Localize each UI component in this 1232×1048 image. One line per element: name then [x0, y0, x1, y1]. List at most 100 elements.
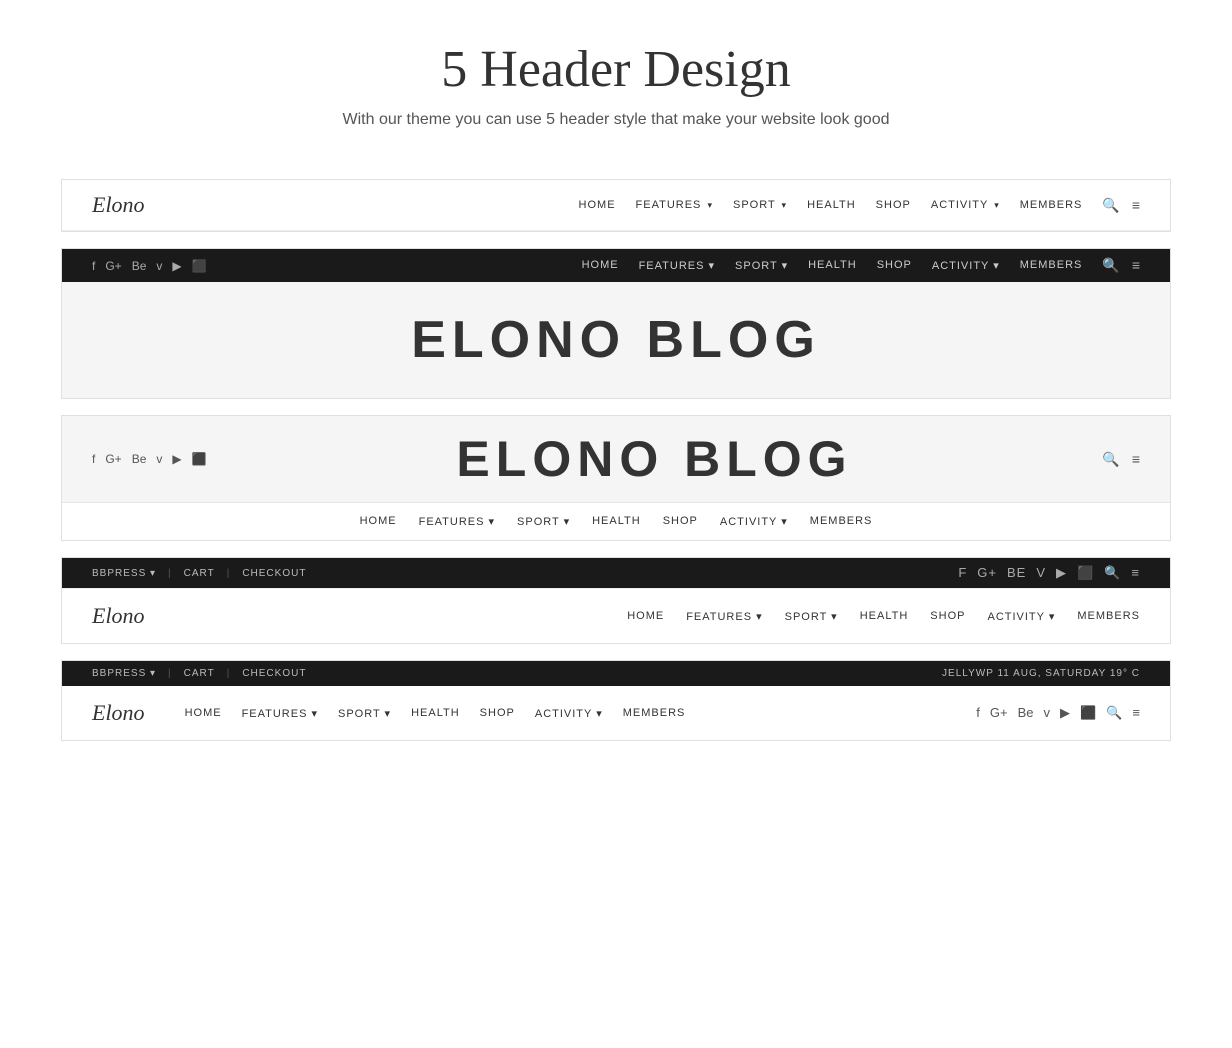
nav-activity[interactable]: ACTIVITY ▾ — [987, 610, 1055, 623]
checkout-link[interactable]: CHECKOUT — [242, 568, 306, 579]
page-title: 5 Header Design — [20, 40, 1212, 99]
nav-home[interactable]: HOME — [579, 199, 616, 211]
nav-home[interactable]: HOME — [627, 610, 664, 623]
youtube-icon[interactable]: ▶ — [1060, 705, 1070, 721]
instagram-icon[interactable]: ⬛ — [1077, 565, 1094, 581]
search-icon[interactable]: 🔍 — [1106, 705, 1122, 721]
nav-shop[interactable]: SHOP — [663, 515, 698, 528]
util-sep-1: | — [168, 568, 172, 579]
search-icon[interactable]: 🔍 — [1102, 257, 1119, 274]
hd5-utility-right: JELLYWP 11 AUG, SATURDAY 19° C — [942, 668, 1140, 679]
nav-health[interactable]: HEALTH — [592, 515, 641, 528]
nav-shop[interactable]: SHOP — [877, 259, 912, 272]
search-icon[interactable]: 🔍 — [1102, 451, 1119, 468]
nav-features[interactable]: FEATURES ▾ — [242, 707, 318, 720]
header-design-3: f G+ Be v ▶ ⬛ ELONO BLOG 🔍 ≡ HOME FEATUR… — [61, 415, 1171, 541]
hd3-nav: HOME FEATURES ▾ SPORT ▾ HEALTH SHOP ACTI… — [62, 502, 1170, 540]
nav-members[interactable]: MEMBERS — [623, 707, 686, 720]
nav-members[interactable]: MEMBERS — [1077, 610, 1140, 623]
nav-sport[interactable]: SPORT ▾ — [735, 259, 788, 272]
nav-shop[interactable]: SHOP — [930, 610, 965, 623]
hd2-social-icons: f G+ Be v ▶ ⬛ — [92, 259, 207, 273]
vimeo-icon[interactable]: v — [1036, 565, 1046, 581]
nav-features[interactable]: FEATURES ▾ — [639, 259, 715, 272]
header-design-2: f G+ Be v ▶ ⬛ HOME FEATURES ▾ SPORT ▾ HE… — [61, 248, 1171, 399]
designs-wrapper: Elono HOME FEATURES SPORT HEALTH SHOP AC… — [41, 159, 1191, 761]
vimeo-icon[interactable]: v — [156, 452, 162, 466]
facebook-icon[interactable]: f — [958, 565, 967, 581]
behance-icon[interactable]: Be — [1007, 565, 1026, 581]
nav-activity[interactable]: ACTIVITY ▾ — [535, 707, 603, 720]
nav-sport[interactable]: SPORT — [733, 199, 787, 211]
nav-health[interactable]: HEALTH — [411, 707, 460, 720]
facebook-icon[interactable]: f — [92, 452, 95, 466]
nav-features[interactable]: FEATURES — [636, 199, 713, 211]
nav-home[interactable]: HOME — [185, 707, 222, 720]
nav-shop[interactable]: SHOP — [480, 707, 515, 720]
nav-health[interactable]: HEALTH — [807, 199, 856, 211]
nav-shop[interactable]: SHOP — [876, 199, 911, 211]
nav-health[interactable]: HEALTH — [808, 259, 857, 272]
hd1-navbar: Elono HOME FEATURES SPORT HEALTH SHOP AC… — [62, 180, 1170, 231]
nav-home[interactable]: HOME — [360, 515, 397, 528]
search-icon[interactable]: 🔍 — [1104, 565, 1121, 581]
hd2-blog-title: ELONO BLOG — [62, 282, 1170, 398]
hd4-logo: Elono — [92, 603, 145, 629]
menu-icon[interactable]: ≡ — [1132, 197, 1140, 214]
menu-icon[interactable]: ≡ — [1132, 705, 1140, 721]
nav-activity[interactable]: ACTIVITY ▾ — [932, 259, 1000, 272]
hd4-utility-social: f G+ Be v ▶ ⬛ 🔍 ≡ — [958, 565, 1140, 581]
bbpress-link[interactable]: BBPRESS ▾ — [92, 568, 156, 579]
vimeo-icon[interactable]: v — [156, 259, 162, 273]
googleplus-icon[interactable]: G+ — [105, 259, 121, 273]
nav-members[interactable]: MEMBERS — [810, 515, 873, 528]
googleplus-icon[interactable]: G+ — [977, 565, 997, 581]
features-chevron — [705, 199, 713, 211]
hd4-utility-left: BBPRESS ▾ | CART | CHECKOUT — [92, 568, 306, 579]
menu-icon[interactable]: ≡ — [1131, 565, 1140, 581]
vimeo-icon[interactable]: v — [1044, 705, 1051, 721]
menu-icon[interactable]: ≡ — [1132, 451, 1140, 468]
hd5-nav-bar: Elono HOME FEATURES ▾ SPORT ▾ HEALTH SHO… — [62, 686, 1170, 740]
youtube-icon[interactable]: ▶ — [172, 452, 181, 466]
youtube-icon[interactable]: ▶ — [172, 259, 181, 273]
menu-icon[interactable]: ≡ — [1132, 257, 1140, 274]
nav-home[interactable]: HOME — [582, 259, 619, 272]
nav-members[interactable]: MEMBERS — [1020, 259, 1083, 272]
bbpress-link[interactable]: BBPRESS ▾ — [92, 668, 156, 679]
hd3-top: f G+ Be v ▶ ⬛ ELONO BLOG 🔍 ≡ — [62, 416, 1170, 502]
nav-sport[interactable]: SPORT ▾ — [517, 515, 570, 528]
youtube-icon[interactable]: ▶ — [1056, 565, 1067, 581]
instagram-icon[interactable]: ⬛ — [1080, 705, 1096, 721]
search-icon[interactable]: 🔍 — [1102, 197, 1119, 214]
nav-members[interactable]: MEMBERS — [1020, 199, 1083, 211]
nav-features[interactable]: FEATURES ▾ — [419, 515, 495, 528]
hd5-utility-left: BBPRESS ▾ | CART | CHECKOUT — [92, 668, 306, 679]
facebook-icon[interactable]: f — [92, 259, 95, 273]
googleplus-icon[interactable]: G+ — [990, 705, 1008, 721]
hd3-blog-title: ELONO BLOG — [207, 430, 1103, 488]
facebook-icon[interactable]: f — [976, 705, 980, 721]
nav-activity[interactable]: ACTIVITY ▾ — [720, 515, 788, 528]
nav-sport[interactable]: SPORT ▾ — [338, 707, 391, 720]
header-design-5: BBPRESS ▾ | CART | CHECKOUT JELLYWP 11 A… — [61, 660, 1171, 741]
nav-activity[interactable]: ACTIVITY — [931, 199, 1000, 211]
googleplus-icon[interactable]: G+ — [105, 452, 121, 466]
cart-link[interactable]: CART — [184, 568, 215, 579]
hd5-nav: HOME FEATURES ▾ SPORT ▾ HEALTH SHOP ACTI… — [185, 707, 957, 720]
page-title-section: 5 Header Design With our theme you can u… — [0, 0, 1232, 159]
behance-icon[interactable]: Be — [132, 259, 147, 273]
hd1-nav: HOME FEATURES SPORT HEALTH SHOP ACTIVITY… — [579, 199, 1083, 211]
nav-features[interactable]: FEATURES ▾ — [686, 610, 762, 623]
instagram-icon[interactable]: ⬛ — [192, 259, 207, 273]
behance-icon[interactable]: Be — [1018, 705, 1034, 721]
checkout-link[interactable]: CHECKOUT — [242, 668, 306, 679]
nav-health[interactable]: HEALTH — [860, 610, 909, 623]
instagram-icon[interactable]: ⬛ — [192, 452, 207, 466]
activity-chevron — [992, 199, 1000, 211]
cart-link[interactable]: CART — [184, 668, 215, 679]
nav-sport[interactable]: SPORT ▾ — [785, 610, 838, 623]
behance-icon[interactable]: Be — [132, 452, 147, 466]
util-sep-2: | — [227, 568, 231, 579]
header-design-1: Elono HOME FEATURES SPORT HEALTH SHOP AC… — [61, 179, 1171, 232]
